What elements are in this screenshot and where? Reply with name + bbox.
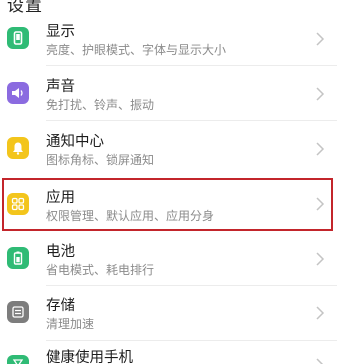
settings-item-display[interactable]: 显示 亮度、护眼模式、字体与显示大小 xyxy=(0,11,337,65)
settings-item-sound[interactable]: 声音 免打扰、铃声、振动 xyxy=(0,66,337,120)
hourglass-icon xyxy=(7,355,29,364)
chevron-right-icon xyxy=(314,305,326,321)
chevron-right-icon xyxy=(314,31,326,47)
battery-icon xyxy=(7,247,29,269)
notification-bell-icon xyxy=(7,137,29,159)
settings-item-apps[interactable]: 应用 权限管理、默认应用、应用分身 xyxy=(0,178,337,232)
chevron-right-icon xyxy=(314,86,326,102)
settings-item-label: 应用 xyxy=(46,190,75,206)
settings-item-subtitle: 免打扰、铃声、振动 xyxy=(46,98,155,112)
settings-item-label: 健康使用手机 xyxy=(46,350,133,364)
settings-item-label: 显示 xyxy=(46,24,75,40)
chevron-right-icon xyxy=(314,251,326,267)
settings-item-subtitle: 省电模式、耗电排行 xyxy=(46,263,155,277)
display-icon xyxy=(7,27,29,49)
storage-icon xyxy=(7,301,29,323)
settings-item-digital-wellbeing[interactable]: 健康使用手机 xyxy=(0,341,337,364)
settings-item-label: 声音 xyxy=(46,79,75,95)
chevron-right-icon xyxy=(314,141,326,157)
settings-item-subtitle: 亮度、护眼模式、字体与显示大小 xyxy=(46,43,227,57)
settings-item-label: 电池 xyxy=(46,244,75,260)
settings-item-battery[interactable]: 电池 省电模式、耗电排行 xyxy=(0,231,337,285)
settings-item-subtitle: 清理加速 xyxy=(46,317,95,331)
sound-icon xyxy=(7,82,29,104)
chevron-right-icon xyxy=(314,357,326,364)
chevron-right-icon xyxy=(314,196,326,212)
apps-grid-icon xyxy=(7,193,29,215)
settings-item-storage[interactable]: 存储 清理加速 xyxy=(0,286,337,340)
settings-item-label: 存储 xyxy=(46,298,75,314)
settings-item-label: 通知中心 xyxy=(46,134,104,150)
settings-item-subtitle: 权限管理、默认应用、应用分身 xyxy=(46,209,215,223)
settings-item-notifications[interactable]: 通知中心 图标角标、锁屏通知 xyxy=(0,121,337,175)
settings-item-subtitle: 图标角标、锁屏通知 xyxy=(46,153,155,167)
